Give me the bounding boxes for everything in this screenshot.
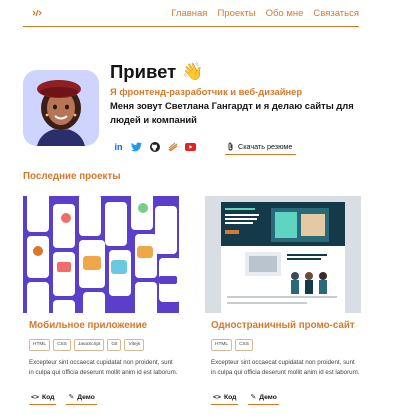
promo-site-preview xyxy=(205,196,361,313)
tag: HTML xyxy=(29,339,51,351)
tag: CSS xyxy=(235,339,253,351)
project-tags-mobile-app: HTML CSS JavaScript Git Vitejs xyxy=(29,339,145,351)
tag: JavaScript xyxy=(73,339,105,351)
nav-item-about[interactable]: Обо мне xyxy=(266,8,304,19)
nav-item-projects[interactable]: Проекты xyxy=(217,8,255,19)
greeting-text: Привет xyxy=(110,61,177,82)
project-title-promo-site[interactable]: Одностраничный промо-сайт xyxy=(211,320,355,331)
project-image-promo-site[interactable] xyxy=(205,196,361,313)
github-icon[interactable] xyxy=(149,141,160,152)
section-title-projects: Последние проекты xyxy=(23,171,121,182)
tag: CSS xyxy=(53,339,71,351)
code-link[interactable]: <> Код xyxy=(211,393,239,405)
code-label: Код xyxy=(223,393,237,401)
resume-label: Скачать резюме xyxy=(238,141,293,151)
linkedin-icon[interactable]: in xyxy=(113,141,124,152)
code-icon: <> xyxy=(213,393,221,401)
project-description-promo-site: Excepteur sint occaecat cupidatat non pr… xyxy=(211,359,360,376)
code-label: Код xyxy=(41,393,55,401)
project-description-mobile-app: Excepteur sint occaecat cupidatat non pr… xyxy=(29,359,178,376)
pencil-icon: ✎ xyxy=(250,394,257,401)
logo-icon[interactable] xyxy=(32,8,42,18)
nav-item-contact[interactable]: Связаться xyxy=(313,8,359,19)
mobile-app-preview xyxy=(23,196,179,313)
twitter-icon[interactable] xyxy=(131,141,142,152)
project-image-mobile-app[interactable] xyxy=(23,196,179,313)
demo-link[interactable]: ✎ Демо xyxy=(248,393,279,405)
code-link[interactable]: <> Код xyxy=(29,393,57,405)
waving-hand-icon: 👋 xyxy=(182,62,204,81)
hero-role: Я фронтенд-разработчик и веб-дизайнер xyxy=(110,86,303,97)
download-resume-button[interactable]: Скачать резюме xyxy=(225,140,297,155)
avatar xyxy=(23,70,99,146)
site-header: Главная Проекты Обо мне Связаться xyxy=(23,0,359,27)
social-links: in xyxy=(113,141,196,152)
demo-link[interactable]: ✎ Демо xyxy=(66,393,97,405)
project-links-mobile-app: <> Код ✎ Демо xyxy=(29,393,97,405)
main-nav: Главная Проекты Обо мне Связаться xyxy=(161,8,359,19)
tag: HTML xyxy=(211,339,233,351)
stackblitz-icon[interactable] xyxy=(167,141,178,152)
youtube-icon[interactable] xyxy=(185,141,196,152)
hero-greeting: Привет 👋 xyxy=(110,61,203,83)
project-title-mobile-app[interactable]: Мобильное приложение xyxy=(29,320,147,331)
code-icon: <> xyxy=(31,393,39,401)
demo-label: Демо xyxy=(77,393,95,401)
project-tags-promo-site: HTML CSS xyxy=(211,339,253,351)
hero-intro: Меня зовут Светлана Гангардт и я делаю с… xyxy=(110,100,354,125)
pencil-icon: ✎ xyxy=(68,394,75,401)
project-links-promo-site: <> Код ✎ Демо xyxy=(211,393,279,405)
tag: Vitejs xyxy=(124,339,145,351)
memoji-avatar-image xyxy=(23,70,99,146)
demo-label: Демо xyxy=(259,393,277,401)
tag: Git xyxy=(107,339,122,351)
nav-item-home[interactable]: Главная xyxy=(171,8,207,19)
paperclip-icon xyxy=(228,142,233,150)
